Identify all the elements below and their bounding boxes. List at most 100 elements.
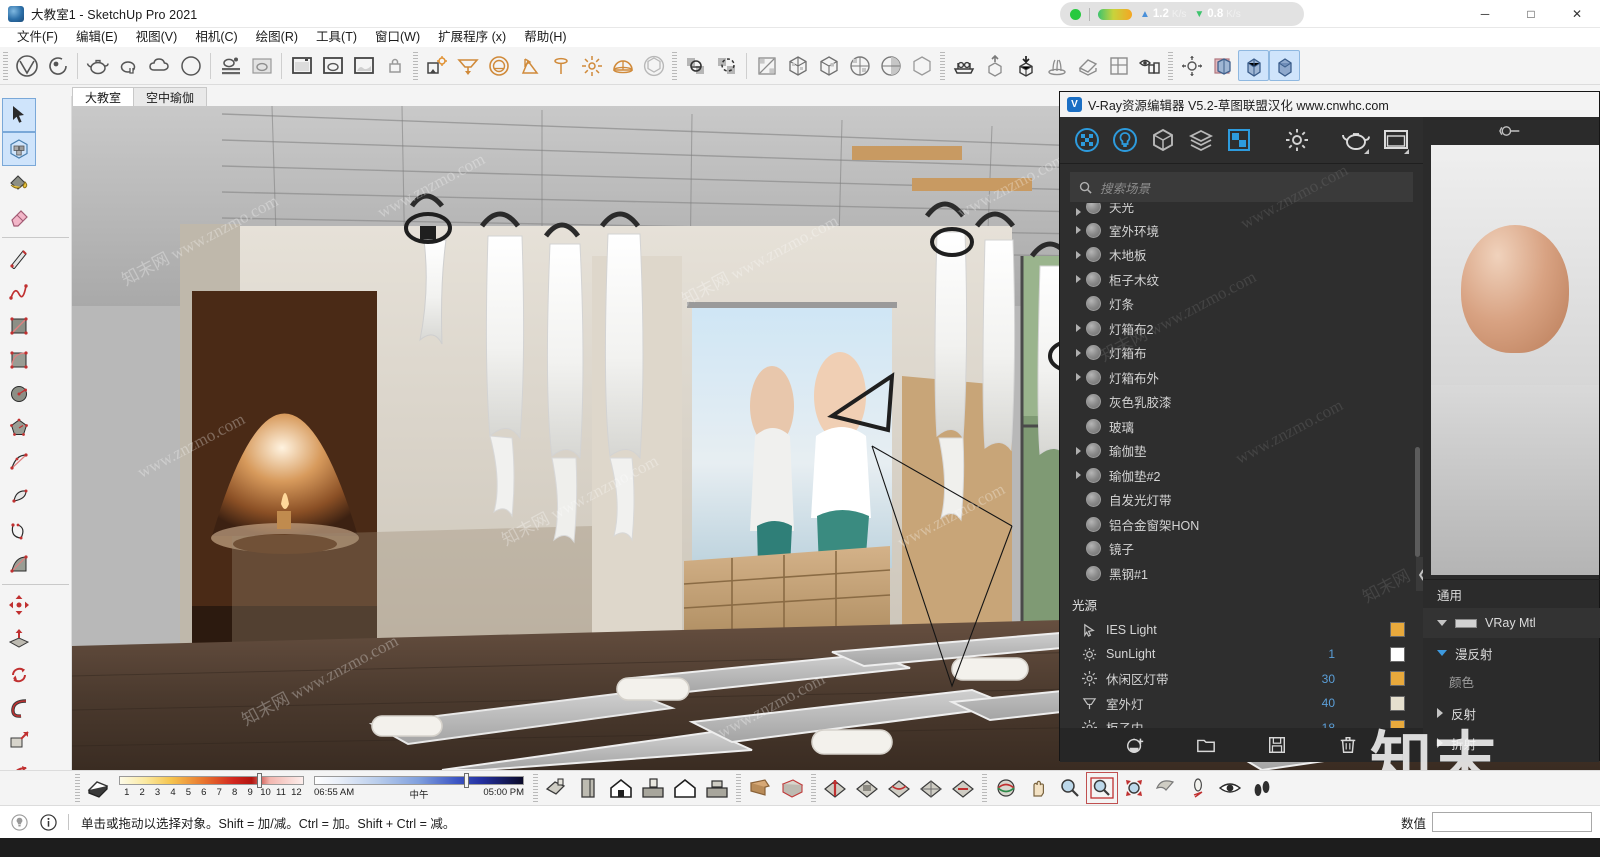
material-type-row[interactable]: VRay Mtl	[1423, 608, 1600, 638]
menu-item-6[interactable]: 窗口(W)	[366, 28, 429, 47]
render-output-icon[interactable]	[215, 50, 246, 81]
light-color-swatch[interactable]	[1390, 720, 1405, 728]
orbit-tool-icon-2[interactable]	[990, 772, 1022, 804]
material-row[interactable]: 灰色乳胶漆	[1060, 390, 1423, 415]
delete-asset-button[interactable]	[1335, 732, 1361, 758]
polygon-tool-icon[interactable]	[2, 411, 36, 445]
menu-item-8[interactable]: 帮助(H)	[515, 28, 575, 47]
network-monitor-widget[interactable]: ▲ 1.2 K/s ▼ 0.8 K/s	[1060, 2, 1304, 26]
toolbar-grip[interactable]	[940, 51, 945, 80]
lock-icon[interactable]	[379, 50, 410, 81]
material-row[interactable]: 灯箱布	[1060, 341, 1423, 366]
toolbar-grip[interactable]	[1168, 51, 1173, 80]
asset-list-scrollbar[interactable]	[1415, 447, 1420, 557]
asset-list[interactable]: 天光 室外环境 木地板 柜子木纹 灯条 灯箱布2 灯箱布 灯箱布外 灰色乳胶漆 玻璃 瑜伽垫 瑜伽垫#…	[1060, 203, 1423, 728]
toolbar-grip[interactable]	[533, 774, 538, 802]
chevron-right-icon[interactable]	[1072, 471, 1084, 480]
frame-image-icon[interactable]	[348, 50, 379, 81]
iso-view-icon[interactable]	[1207, 50, 1238, 81]
top-view-icon[interactable]	[1269, 50, 1300, 81]
light-intensity-value[interactable]: 1	[1295, 647, 1335, 661]
sandbox-smoove-icon[interactable]	[819, 772, 851, 804]
three-point-arc-tool-icon[interactable]	[2, 547, 36, 581]
light-gen-icon[interactable]	[421, 50, 452, 81]
pushpull-tool-icon[interactable]	[2, 622, 36, 656]
textures-tab-icon[interactable]	[1226, 125, 1252, 155]
geometry-tab-icon[interactable]	[1150, 125, 1176, 155]
menu-item-2[interactable]: 视图(V)	[127, 28, 187, 47]
uv-box-icon[interactable]	[782, 50, 813, 81]
menu-item-1[interactable]: 编辑(E)	[67, 28, 127, 47]
light-row[interactable]: SunLight 1	[1060, 642, 1423, 667]
lights-tab-icon[interactable]	[1112, 125, 1138, 155]
sandbox-drape2-icon[interactable]	[883, 772, 915, 804]
preview-toggle-icon[interactable]	[1499, 123, 1523, 139]
style-backedges-icon[interactable]	[573, 772, 605, 804]
light-color-swatch[interactable]	[1390, 695, 1405, 711]
render-elements-tab-icon[interactable]	[1188, 125, 1214, 155]
omni-light-icon[interactable]	[576, 50, 607, 81]
menu-item-0[interactable]: 文件(F)	[8, 28, 67, 47]
vray-interactive-render-icon[interactable]	[42, 50, 73, 81]
add-asset-button[interactable]	[1122, 732, 1148, 758]
scale-tool-icon[interactable]	[2, 724, 36, 758]
light-color-swatch[interactable]	[1390, 646, 1405, 662]
sandbox-stamp-icon[interactable]	[851, 772, 883, 804]
eye-layer-icon[interactable]	[1134, 50, 1165, 81]
material-wood-icon[interactable]	[744, 772, 776, 804]
zoom-tool-icon-2[interactable]	[1054, 772, 1086, 804]
infinite-plane-icon[interactable]	[680, 50, 711, 81]
shadow-date-slider[interactable]: 1 2 3 4 5 6 7 8 9 10 11 12	[119, 773, 304, 803]
light-row[interactable]: 休闲区灯带 30	[1060, 667, 1423, 692]
rectangle-tool-icon[interactable]	[2, 309, 36, 343]
chevron-right-icon[interactable]	[1072, 275, 1084, 284]
material-row[interactable]: 木地板	[1060, 243, 1423, 268]
uv-hemisphere-icon[interactable]	[875, 50, 906, 81]
uv-cube-icon[interactable]	[813, 50, 844, 81]
material-row[interactable]: 灯条	[1060, 292, 1423, 317]
teapot-icon[interactable]	[82, 50, 113, 81]
frame-buffer-icon[interactable]	[286, 50, 317, 81]
light-row[interactable]: 柜子内 18	[1060, 716, 1423, 728]
menu-item-5[interactable]: 工具(T)	[307, 28, 366, 47]
chevron-right-icon[interactable]	[1072, 207, 1084, 216]
light-intensity-value[interactable]: 18	[1295, 721, 1335, 728]
toolbar-grip[interactable]	[736, 774, 741, 802]
rect-light-icon[interactable]	[452, 50, 483, 81]
measurement-input[interactable]	[1432, 812, 1592, 832]
walk-tool-icon-2[interactable]	[1246, 772, 1278, 804]
frame-teapot-icon[interactable]	[317, 50, 348, 81]
frame-buffer-icon[interactable]	[1382, 125, 1410, 155]
circle-tool-icon[interactable]	[2, 377, 36, 411]
reflection-row[interactable]: 反射	[1423, 698, 1600, 728]
style-texture-icon[interactable]	[701, 772, 733, 804]
bulb-icon[interactable]	[10, 813, 29, 832]
search-scene-field[interactable]: 搜索场景	[1070, 172, 1413, 202]
light-color-swatch[interactable]	[1390, 622, 1405, 638]
time-slider-thumb[interactable]	[464, 773, 469, 788]
open-asset-button[interactable]	[1193, 732, 1219, 758]
chevron-right-icon[interactable]	[1072, 446, 1084, 455]
menu-item-7[interactable]: 扩展程序 (x)	[429, 28, 515, 47]
toolbar-grip[interactable]	[982, 774, 987, 802]
material-row[interactable]: 天光	[1060, 203, 1423, 218]
clipper-icon[interactable]	[1072, 50, 1103, 81]
proxy-import-icon[interactable]	[1010, 50, 1041, 81]
chevron-right-icon[interactable]	[1072, 226, 1084, 235]
followme-tool-icon[interactable]	[2, 690, 36, 724]
material-row[interactable]: 瑜伽垫#2	[1060, 463, 1423, 488]
pan-tool-icon-2[interactable]	[1022, 772, 1054, 804]
select-tool-icon[interactable]	[2, 98, 36, 132]
proxy-mesh-icon[interactable]	[711, 50, 742, 81]
material-tile-icon[interactable]	[776, 772, 808, 804]
mesh-light-icon[interactable]	[638, 50, 669, 81]
toolbar-grip[interactable]	[672, 51, 677, 80]
sandbox-flip-icon[interactable]	[947, 772, 979, 804]
uv-plane-icon[interactable]	[751, 50, 782, 81]
look-around-tool-icon-2[interactable]	[1214, 772, 1246, 804]
material-row[interactable]: 玻璃	[1060, 414, 1423, 439]
toolbar-grip[interactable]	[413, 51, 418, 80]
teapot-preview-icon[interactable]	[1342, 125, 1370, 155]
material-row[interactable]: 灯箱布外	[1060, 365, 1423, 390]
front-view-icon[interactable]	[1238, 50, 1269, 81]
